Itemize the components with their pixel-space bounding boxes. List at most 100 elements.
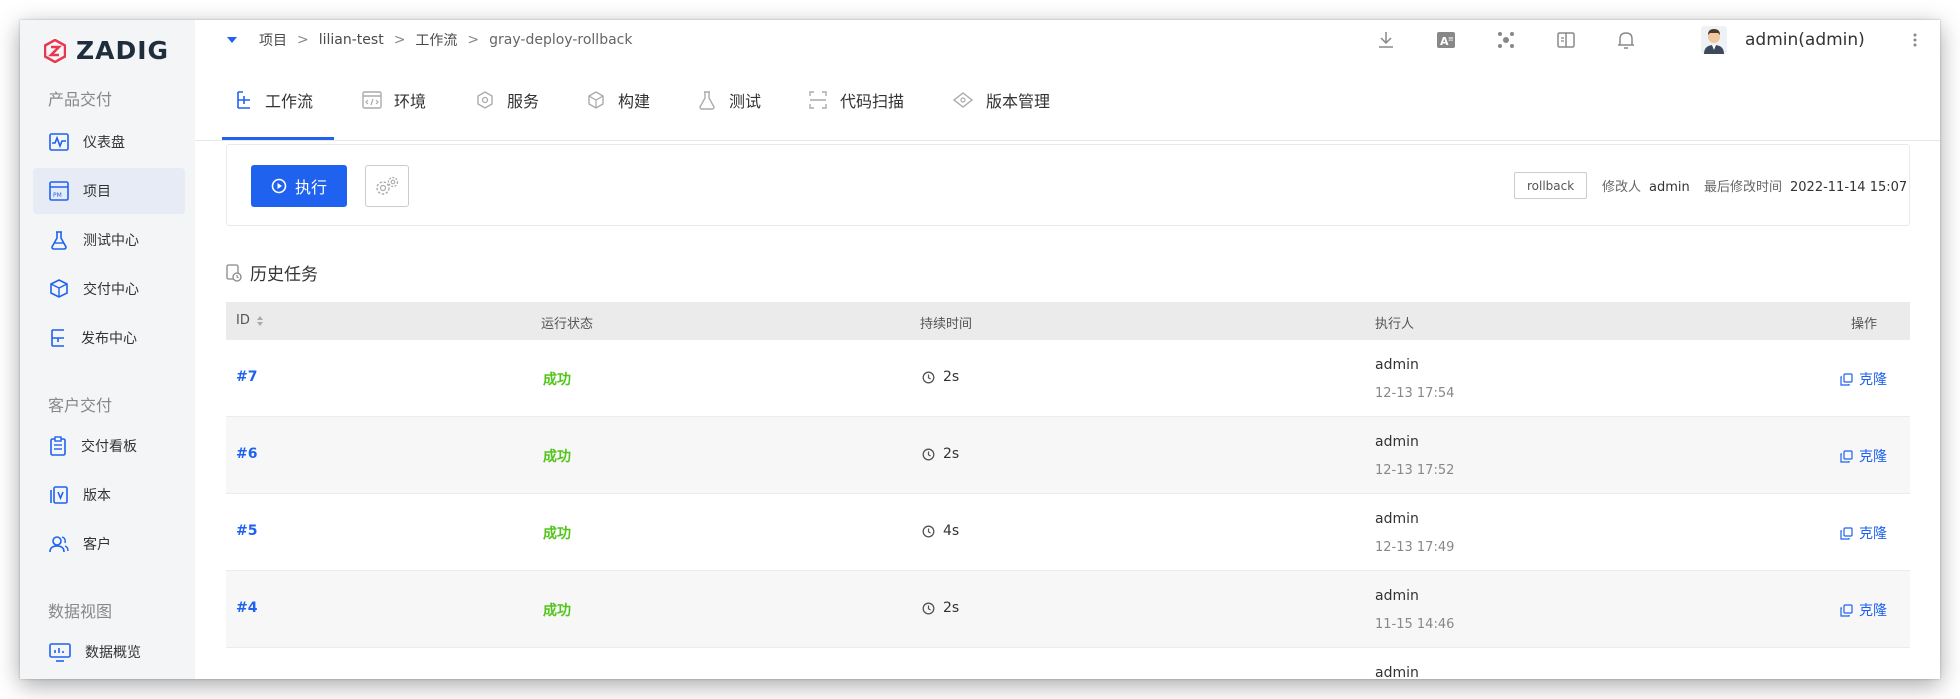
logo[interactable]: ZADIG [44, 36, 169, 65]
clone-button[interactable]: 克隆 [1840, 600, 1887, 620]
sidebar-item-label: 项目 [83, 184, 111, 200]
breadcrumb-workflow[interactable]: 工作流 [415, 30, 457, 50]
download-icon[interactable] [1376, 30, 1396, 50]
sidebar-item-label: 测试中心 [83, 233, 139, 249]
plugin-icon[interactable] [1496, 30, 1516, 50]
play-circle-icon [271, 178, 287, 194]
workflow-tag: rollback [1514, 172, 1588, 199]
workflow-card: 执行 rollback 修改人 admin 最后修改时间 2022-11-14 15… [226, 144, 1910, 226]
more-icon[interactable] [1910, 30, 1920, 50]
app-window: ZADIG 产品交付 仪表盘 PM 项目 测试中心 交付中心 发布中心 客户交付… [20, 20, 1940, 679]
clone-label: 克隆 [1859, 526, 1887, 542]
version-manage-icon [952, 92, 974, 108]
clone-label: 克隆 [1859, 449, 1887, 465]
tab-environment[interactable]: 环境 [362, 60, 426, 140]
history-title-text: 历史任务 [250, 265, 318, 285]
tab-label: 工作流 [265, 92, 314, 111]
status-badge: 成功 [543, 526, 571, 542]
table-row: #6 成功 2s admin 12-13 17:52 克隆 [226, 417, 1910, 494]
copy-icon [1840, 372, 1853, 386]
modifier-label: 修改人 [1602, 180, 1642, 195]
dashboard-icon [49, 133, 69, 151]
duration-value: 2s [943, 369, 960, 385]
flask-icon [51, 231, 67, 250]
header: 项目 > lilian-test > 工作流 > gray-deploy-rol… [195, 20, 1940, 60]
sidebar-item-release-center[interactable]: 发布中心 [33, 315, 185, 361]
settings-button[interactable] [365, 165, 409, 207]
sidebar-item-dashboard[interactable]: 仪表盘 [33, 119, 185, 165]
column-id[interactable]: ID [236, 313, 264, 328]
tab-service[interactable]: 服务 [475, 60, 539, 140]
monitor-icon [49, 643, 71, 662]
sidebar-item-version[interactable]: 版本 [33, 472, 185, 518]
sidebar-item-data-overview[interactable]: 数据概览 [33, 629, 185, 675]
tab-build[interactable]: 构建 [586, 60, 650, 140]
breadcrumb-separator: > [297, 32, 309, 48]
executor-name: admin [1375, 434, 1419, 450]
project-tabs: 工作流 环境 服务 构建 测试 代码扫描 版本管理 [195, 60, 1940, 141]
clipboard-icon [50, 436, 66, 456]
task-id-link[interactable]: #6 [236, 446, 257, 462]
tab-test[interactable]: 测试 [697, 60, 761, 140]
sidebar-item-label: 客户 [83, 537, 111, 553]
sidebar-item-label: 交付中心 [83, 282, 139, 298]
bell-icon[interactable] [1616, 30, 1636, 50]
clone-label: 克隆 [1859, 372, 1887, 388]
task-id-link[interactable]: #4 [236, 600, 257, 616]
sidebar-item-delivery-board[interactable]: 交付看板 [33, 423, 185, 469]
column-status: 运行状态 [541, 317, 594, 332]
section-customer-delivery: 客户交付 [48, 396, 113, 415]
duration: 4s [922, 523, 959, 539]
sidebar-item-label: 交付看板 [81, 439, 137, 455]
project-icon: PM [49, 181, 69, 201]
scan-icon [809, 91, 827, 109]
workflow-icon [237, 91, 250, 109]
tab-workflow[interactable]: 工作流 [235, 60, 313, 140]
table-row: admin [226, 648, 1910, 679]
breadcrumb-project[interactable]: 项目 [259, 30, 287, 50]
column-id-label: ID [236, 313, 250, 328]
sidebar: ZADIG 产品交付 仪表盘 PM 项目 测试中心 交付中心 发布中心 客户交付… [20, 20, 195, 679]
sidebar-item-test-center[interactable]: 测试中心 [33, 217, 185, 263]
tab-code-scan[interactable]: 代码扫描 [808, 60, 904, 140]
sidebar-item-project[interactable]: PM 项目 [33, 168, 185, 214]
copy-icon [1840, 603, 1853, 617]
sidebar-item-customers[interactable]: 客户 [33, 521, 185, 567]
sidebar-item-label: 发布中心 [81, 331, 137, 347]
run-button[interactable]: 执行 [251, 165, 347, 207]
task-id-link[interactable]: #5 [236, 523, 257, 539]
caret-down-icon[interactable] [227, 36, 237, 44]
translate-icon[interactable]: A ≡ [1436, 30, 1456, 50]
delivery-icon [50, 279, 68, 298]
clone-button[interactable]: 克隆 [1840, 446, 1887, 466]
breadcrumb-current: gray-deploy-rollback [489, 32, 633, 48]
environment-icon [362, 91, 382, 109]
customers-icon [49, 536, 69, 553]
clock-icon [922, 602, 935, 614]
clone-button[interactable]: 克隆 [1840, 523, 1887, 543]
duration-value: 2s [943, 600, 960, 616]
modified-time-label: 最后修改时间 [1704, 180, 1783, 195]
task-id-link[interactable]: #7 [236, 369, 257, 385]
modifier: 修改人 admin [1602, 176, 1690, 195]
duration-value: 2s [943, 446, 960, 462]
breadcrumb-project-name[interactable]: lilian-test [319, 32, 384, 48]
executor-name: admin [1375, 357, 1419, 373]
clock-icon [922, 525, 935, 537]
executor-name: admin [1375, 511, 1419, 527]
duration: 2s [922, 600, 959, 616]
breadcrumb: 项目 > lilian-test > 工作流 > gray-deploy-rol… [259, 30, 632, 50]
executor-time: 12-13 17:49 [1375, 540, 1455, 555]
duration-value: 4s [943, 523, 960, 539]
tab-version-management[interactable]: 版本管理 [952, 60, 1050, 140]
docs-icon[interactable] [1556, 30, 1576, 50]
sidebar-item-delivery-center[interactable]: 交付中心 [33, 266, 185, 312]
executor-name: admin [1375, 588, 1419, 604]
executor-time: 12-13 17:52 [1375, 463, 1455, 478]
release-icon [51, 329, 64, 347]
avatar[interactable] [1701, 26, 1727, 54]
clone-button[interactable]: 克隆 [1840, 369, 1887, 389]
duration: 2s [922, 446, 959, 462]
user-name[interactable]: admin(admin) [1745, 30, 1865, 50]
tab-label: 环境 [394, 92, 427, 111]
